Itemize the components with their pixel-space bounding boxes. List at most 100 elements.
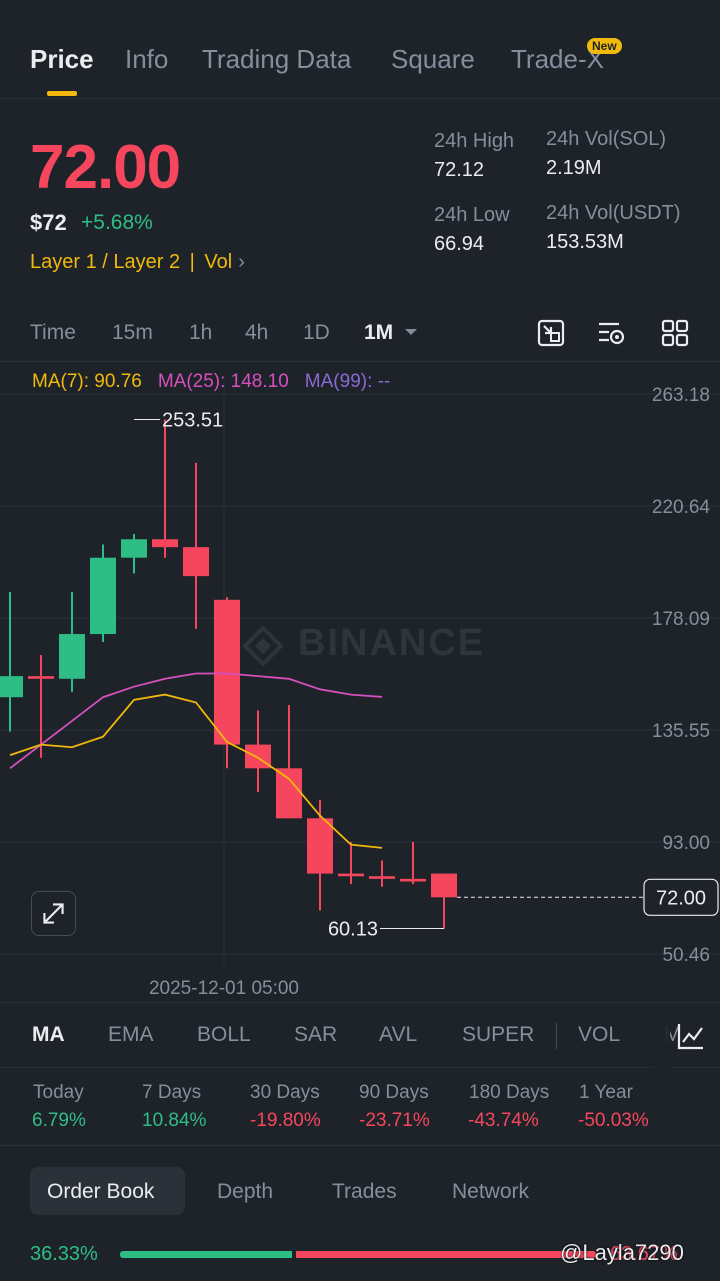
interval-time[interactable]: Time — [30, 321, 76, 345]
ma7-label: MA(7): 90.76 — [32, 371, 142, 392]
indicator-settings-icon[interactable] — [675, 1020, 707, 1052]
perf-7d-label: 7 Days — [142, 1082, 202, 1103]
binance-logo-watermark — [243, 626, 283, 666]
candle-body — [90, 557, 116, 635]
candle-body — [59, 634, 85, 679]
candle-body — [28, 676, 54, 679]
stat-high-label: 24h High — [434, 130, 515, 152]
candle-body — [400, 878, 426, 882]
interval-bar: Time 15m 1h 4h 1D 1M — [0, 310, 720, 362]
chart-fullscreen-icon[interactable] — [536, 318, 566, 348]
indicator-boll[interactable]: BOLL — [197, 1023, 251, 1047]
indicator-ema[interactable]: EMA — [108, 1023, 154, 1047]
candle-body — [152, 539, 178, 548]
active-tab-indicator — [47, 91, 77, 96]
new-badge: New — [587, 38, 622, 54]
tab-depth[interactable]: Depth — [217, 1180, 273, 1204]
perf-1y-label: 1 Year — [579, 1082, 633, 1103]
chevron-right-icon: › — [238, 251, 245, 273]
y-tick-label: 178.09 — [652, 609, 710, 630]
tab-network[interactable]: Network — [452, 1180, 529, 1204]
bid-percent: 36.33% — [30, 1243, 98, 1265]
y-tick-label: 135.55 — [652, 721, 710, 742]
tab-trades[interactable]: Trades — [332, 1180, 397, 1204]
indicator-sar[interactable]: SAR — [294, 1023, 337, 1047]
layout-grid-icon[interactable] — [660, 318, 690, 348]
candle-body — [183, 547, 209, 577]
watermark-text: BINANCE — [298, 622, 486, 664]
indicator-vol[interactable]: VOL — [578, 1023, 620, 1047]
candle-body — [369, 876, 395, 879]
bid-ratio-bar — [120, 1251, 292, 1258]
candle-body — [121, 539, 147, 558]
perf-today-value: 6.79% — [32, 1110, 86, 1131]
expand-chart-button[interactable] — [31, 891, 76, 936]
perf-90d-label: 90 Days — [359, 1082, 429, 1103]
current-price-label: 72.00 — [656, 887, 706, 909]
stat-vol-base-label: 24h Vol(SOL) — [546, 128, 667, 150]
tab-info[interactable]: Info — [125, 44, 168, 75]
candle-body — [307, 818, 333, 874]
perf-180d-label: 180 Days — [469, 1082, 550, 1103]
candlestick-chart[interactable]: 263.18 220.64 178.09 135.55 93.00 50.46 253.51… — [0, 362, 720, 1002]
indicator-fade — [640, 1003, 670, 1069]
interval-4h[interactable]: 4h — [245, 321, 268, 345]
tab-square[interactable]: Square — [391, 44, 475, 75]
indicator-divider — [556, 1023, 557, 1049]
expand-icon — [43, 903, 64, 924]
tab-trading-data[interactable]: Trading Data — [202, 44, 351, 75]
perf-30d-value: -19.80% — [250, 1110, 321, 1131]
perf-30d-label: 30 Days — [250, 1082, 320, 1103]
high-annotation-label: 253.51 — [162, 409, 223, 431]
ma25-label: MA(25): 148.10 — [157, 371, 289, 392]
indicator-avl[interactable]: AVL — [379, 1023, 417, 1047]
stat-vol-base-value: 2.19M — [546, 157, 602, 179]
indicator-ma[interactable]: MA — [32, 1023, 65, 1047]
indicator-bar: MA EMA BOLL SAR AVL SUPER VOL M — [0, 1002, 720, 1069]
stat-vol-quote-label: 24h Vol(USDT) — [546, 202, 681, 224]
stat-vol-quote-value: 153.53M — [546, 231, 624, 253]
y-tick-label: 93.00 — [662, 833, 710, 854]
y-tick-label: 50.46 — [662, 945, 710, 966]
tag-layer[interactable]: Layer 1 / Layer 2 — [30, 251, 180, 273]
tag-vol[interactable]: Vol — [204, 251, 232, 273]
indicator-super[interactable]: SUPER — [462, 1023, 534, 1047]
candle-body — [431, 873, 457, 898]
price-usd: $72 — [30, 210, 67, 235]
author-credit: @Layla7290 — [560, 1240, 684, 1265]
low-annotation-label: 60.13 — [328, 919, 378, 941]
candle-body — [214, 599, 240, 745]
candle-body — [338, 873, 364, 877]
candle-body — [276, 768, 302, 819]
price-change-percent: +5.68% — [81, 211, 153, 234]
section-divider — [0, 1145, 720, 1146]
tab-order-book[interactable]: Order Book — [47, 1180, 154, 1204]
stat-low-label: 24h Low — [434, 204, 510, 226]
x-axis-label: 2025-12-01 05:00 — [149, 978, 299, 999]
category-tags[interactable]: Layer 1 / Layer 2 | Vol › — [30, 251, 245, 274]
tag-separator: | — [184, 251, 201, 273]
tab-price[interactable]: Price — [30, 44, 94, 75]
stat-low-value: 66.94 — [434, 233, 485, 255]
ma-legend: MA(7): 90.76 MA(25): 148.10 MA(99): -- — [32, 371, 390, 393]
perf-90d-value: -23.71% — [359, 1110, 430, 1131]
y-tick-label: 220.64 — [652, 497, 711, 518]
interval-15m[interactable]: 15m — [112, 321, 153, 345]
perf-1y-value: -50.03% — [578, 1110, 649, 1131]
perf-180d-value: -43.74% — [468, 1110, 539, 1131]
perf-7d-value: 10.84% — [142, 1110, 207, 1131]
interval-1h[interactable]: 1h — [189, 321, 212, 345]
ask-ratio-bar — [296, 1251, 596, 1258]
ma99-label: MA(99): -- — [304, 371, 391, 392]
interval-1d[interactable]: 1D — [303, 321, 330, 345]
caret-down-icon[interactable] — [401, 322, 421, 342]
y-tick-label: 263.18 — [652, 385, 710, 406]
stat-high-value: 72.12 — [434, 159, 485, 181]
interval-1m[interactable]: 1M — [364, 321, 393, 345]
chart-settings-icon[interactable] — [597, 318, 627, 348]
top-tab-bar: Price Info Trading Data Square Trade-X N… — [0, 0, 720, 99]
ma25-line — [9, 672, 383, 770]
candle-body — [0, 676, 23, 698]
perf-today-label: Today — [33, 1082, 84, 1103]
last-price: 72.00 — [30, 133, 181, 202]
